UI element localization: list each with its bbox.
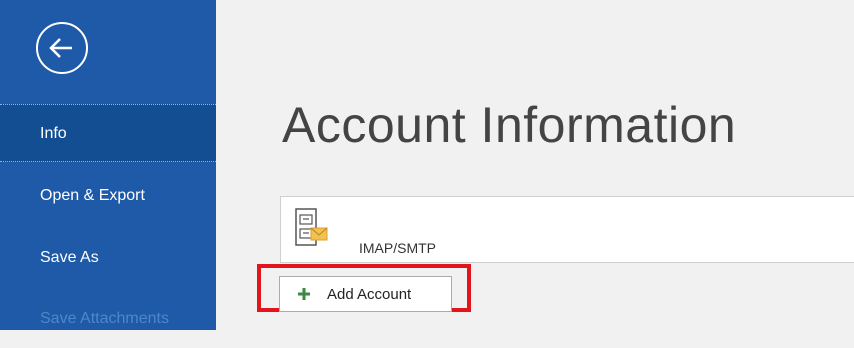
sidebar-item-label: Save As <box>40 249 99 266</box>
account-type-label: IMAP/SMTP <box>359 240 437 256</box>
add-account-button[interactable]: Add Account <box>279 276 452 312</box>
sidebar-item-save-attachments[interactable]: Save Attachments <box>0 290 216 348</box>
sidebar-item-label: Open & Export <box>40 187 145 204</box>
sidebar-item-info[interactable]: Info <box>0 104 216 162</box>
back-button[interactable] <box>36 22 88 74</box>
sidebar-item-label: Info <box>40 125 67 142</box>
sidebar-item-label: Save Attachments <box>40 310 169 327</box>
account-selector[interactable]: IMAP/SMTP <box>280 196 854 263</box>
page-title: Account Information <box>282 97 737 153</box>
sidebar-item-open-export[interactable]: Open & Export <box>0 167 216 225</box>
sidebar-item-save-as[interactable]: Save As <box>0 229 216 287</box>
plus-icon <box>298 288 310 300</box>
arrow-left-icon <box>49 38 72 58</box>
add-account-label: Add Account <box>327 286 412 303</box>
mail-server-icon <box>295 208 328 246</box>
backstage-sidebar: Info Open & Export Save As Save Attachme… <box>0 0 216 330</box>
